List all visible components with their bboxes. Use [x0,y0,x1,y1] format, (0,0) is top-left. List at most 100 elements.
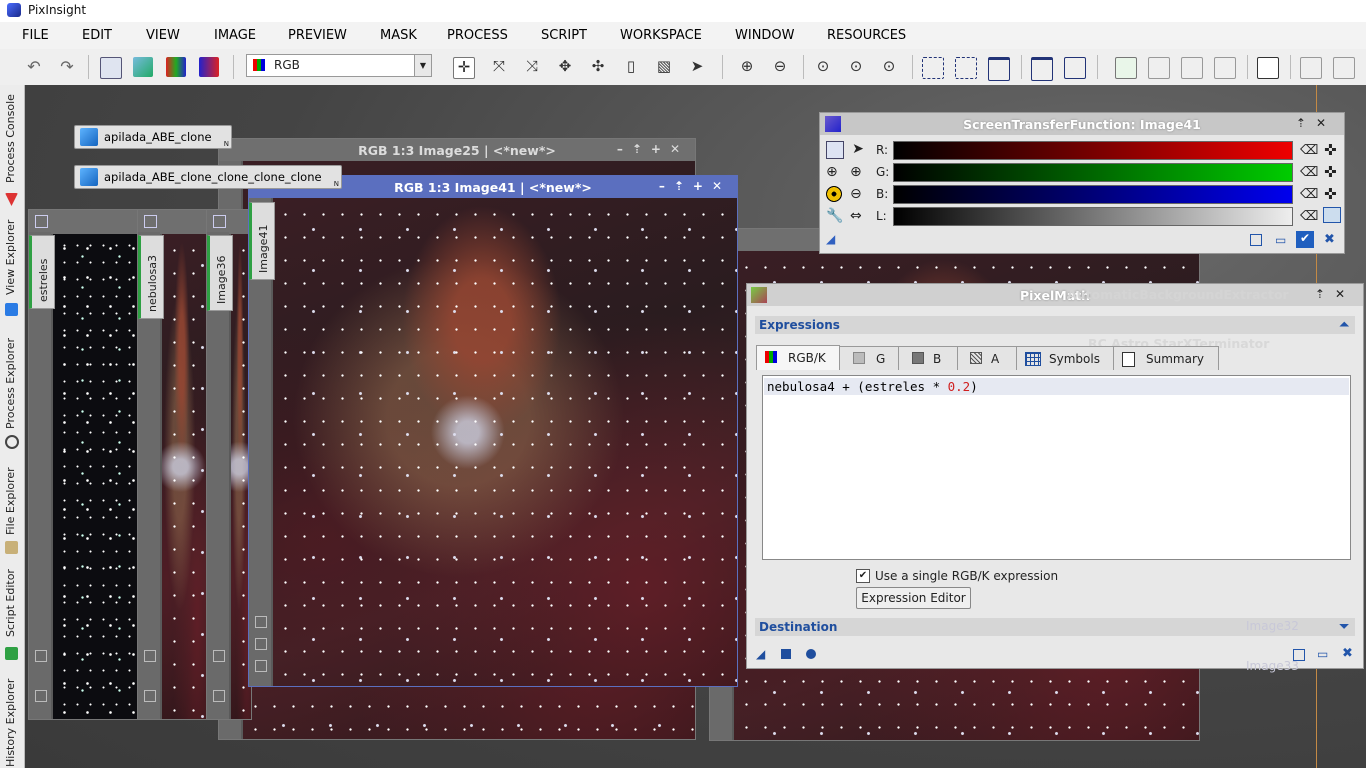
expand-icon[interactable]: ⏷ [1339,619,1349,634]
zoom-icon[interactable]: ⊙ [813,57,833,77]
channel-select[interactable]: RGB ▼ [246,54,432,77]
view-tab-image41[interactable]: Image41 [249,202,275,280]
link-icon[interactable] [826,141,844,159]
image-icon-apilada-abe-clone[interactable]: apilada_ABE_clone N [74,125,232,149]
new-preview-icon[interactable] [988,57,1010,81]
copy-icon[interactable] [35,690,47,702]
stf-panel[interactable]: ScreenTransferFunction: Image41 ⇡✕ [819,112,1345,254]
menu-window[interactable]: WINDOW [735,28,795,43]
pan-icon[interactable]: ✥ [555,57,575,77]
reset-l-icon[interactable]: ⌫ [1300,209,1318,224]
pointer-icon[interactable]: ➤ [687,57,707,77]
tab-symbols[interactable]: Symbols [1016,346,1114,370]
tab-b[interactable]: B [898,346,958,370]
monitor-icon[interactable] [1323,207,1341,223]
reset-panel-icon[interactable]: ✖ [1342,646,1353,661]
menu-preview[interactable]: PREVIEW [288,28,347,43]
expression-editor-button[interactable]: Expression Editor [856,587,971,609]
view-tab-estreles[interactable]: estreles [29,235,55,309]
select-preview-icon[interactable] [955,57,977,79]
edit-mask-icon[interactable] [1148,57,1170,79]
menu-edit[interactable]: EDIT [82,28,112,43]
tab-rgbk[interactable]: RGB/K [756,345,840,370]
pointer-icon[interactable]: ➤ [850,141,866,157]
zoom-in-icon[interactable]: ⊕ [826,164,842,180]
page-icon[interactable]: ▯ [621,57,641,77]
window-titlebar[interactable] [207,210,251,234]
apply-icon[interactable] [806,649,816,659]
menu-workspace[interactable]: WORKSPACE [620,28,702,43]
zoom-in-alt-icon[interactable]: ⊕ [850,164,866,180]
sidebar-script-editor[interactable]: Script Editor [0,565,24,665]
stf-slider-b[interactable] [893,185,1293,204]
reset-panel-icon[interactable]: ✖ [1324,232,1335,247]
window-icon[interactable] [1031,57,1053,81]
horizontal-arrows-icon[interactable]: ⇔ [850,208,866,224]
radiation-icon[interactable] [826,186,842,202]
new-instance-icon[interactable]: ◢ [756,647,765,661]
panel-controls[interactable]: ⇡✕ [1315,287,1355,301]
redo-icon[interactable]: ↷ [57,57,77,77]
fit-view-icon[interactable]: ⤧ [489,57,509,77]
chevron-down-icon[interactable]: ▼ [414,55,431,76]
browse-doc-icon[interactable] [1293,649,1305,661]
fit-icon[interactable] [255,616,267,628]
tab-g[interactable]: G [839,346,899,370]
menu-mask[interactable]: MASK [380,28,417,43]
image-icon-apilada-abe-clone-clone-clone-clone[interactable]: apilada_ABE_clone_clone_clone_clone N [74,165,342,189]
image-window-image36[interactable]: Image36 [206,209,252,720]
sidebar-file-explorer[interactable]: File Explorer [0,459,24,563]
auto-stretch-icon[interactable]: ✜ [1324,141,1337,159]
expression-editor[interactable]: nebulosa4 + (estreles * 0.2) [762,375,1351,560]
reset-b-icon[interactable]: ⌫ [1300,187,1318,202]
nebulosa3-image[interactable] [162,234,206,719]
collapse-icon[interactable]: ⏶ [1339,317,1349,332]
zoom-in-icon[interactable]: ⊕ [737,57,757,77]
image-window-nebulosa3[interactable]: nebulosa3 [137,209,207,720]
inspect-icon[interactable] [1257,57,1279,79]
stf-titlebar[interactable]: ScreenTransferFunction: Image41 ⇡✕ [820,113,1344,135]
single-expression-checkbox[interactable]: ✔ [856,569,870,583]
tab-a[interactable]: A [957,346,1017,370]
sidebar-process-console[interactable]: Process Console [0,89,24,211]
window-controls[interactable]: –⇡+✕ [659,179,731,193]
reset-r-icon[interactable]: ⌫ [1300,143,1318,158]
view-tab-image36[interactable]: Image36 [207,235,233,311]
copy-icon[interactable] [255,660,267,672]
apply-global-icon[interactable] [1250,234,1262,246]
stf-slider-g[interactable] [893,163,1293,182]
crosshair-icon[interactable]: ✛ [453,57,475,79]
reset-g-icon[interactable]: ⌫ [1300,165,1318,180]
new-image-icon[interactable] [133,57,153,77]
zoom-1-1-icon[interactable]: ⊙ [846,57,866,77]
apply-global-icon[interactable] [781,649,791,659]
menu-file[interactable]: FILE [22,28,49,43]
window-titlebar[interactable]: RGB 1:3 Image25 | <*new*> –⇡+✕ [219,139,695,161]
zoom-fit-window-icon[interactable]: ⊙ [879,57,899,77]
auto-stretch-alt-icon[interactable]: ✜ [1324,163,1337,181]
view-tab-nebulosa3[interactable]: nebulosa3 [138,235,164,319]
image41-image[interactable] [273,198,737,686]
copy-icon[interactable] [213,690,225,702]
fit-icon[interactable] [213,650,225,662]
pin-icon[interactable] [255,638,267,650]
window-titlebar[interactable] [138,210,206,234]
wrench-icon[interactable]: 🔧 [826,208,843,224]
expressions-section-header[interactable]: Expressions ⏶ [755,316,1355,334]
tab-summary[interactable]: Summary [1113,346,1219,370]
undo-icon[interactable]: ↶ [24,57,44,77]
fit-icon[interactable] [35,650,47,662]
apply-checkmark-icon[interactable]: ✔ [1296,231,1314,248]
menu-process[interactable]: PROCESS [447,28,508,43]
menu-resources[interactable]: RESOURCES [827,28,906,43]
copy-icon[interactable] [1300,57,1322,79]
sidebar-process-explorer[interactable]: Process Explorer [0,325,24,453]
menu-script[interactable]: SCRIPT [541,28,587,43]
menu-image[interactable]: IMAGE [214,28,256,43]
add-mask-icon[interactable] [1181,57,1203,79]
image-window-estreles[interactable]: estreles [28,209,138,720]
window-controls[interactable]: –⇡+✕ [617,142,689,156]
select-all-icon[interactable] [922,57,944,79]
browse-doc-icon[interactable]: ▭ [1275,233,1286,247]
remove-mask-icon[interactable] [1214,57,1236,79]
